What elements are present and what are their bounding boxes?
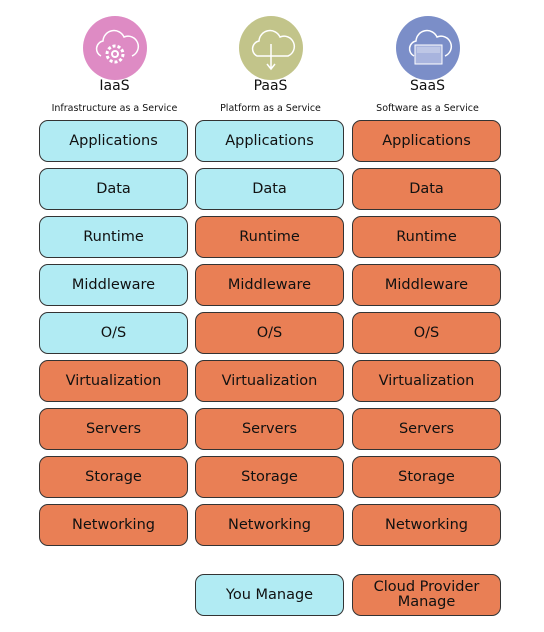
layer-virtualization: Virtualization: [195, 360, 344, 402]
column-subtitle: Software as a Service: [376, 103, 479, 114]
column-title: SaaS: [410, 78, 445, 94]
layer-os: O/S: [352, 312, 501, 354]
layer-data: Data: [352, 168, 501, 210]
legend-cloud-provider-manage: Cloud Provider Manage: [352, 574, 501, 616]
layer-os: O/S: [195, 312, 344, 354]
layer-runtime: Runtime: [195, 216, 344, 258]
layer-applications: Applications: [195, 120, 344, 162]
column-title: PaaS: [253, 78, 288, 94]
layer-networking: Networking: [195, 504, 344, 546]
legend-you-manage: You Manage: [195, 574, 344, 616]
layer-applications: Applications: [39, 120, 188, 162]
layer-os: O/S: [39, 312, 188, 354]
layer-middleware: Middleware: [195, 264, 344, 306]
layer-servers: Servers: [39, 408, 188, 450]
layer-storage: Storage: [195, 456, 344, 498]
layer-runtime: Runtime: [39, 216, 188, 258]
cloud-download-icon: [239, 16, 303, 80]
layer-servers: Servers: [352, 408, 501, 450]
layer-middleware: Middleware: [39, 264, 188, 306]
layer-virtualization: Virtualization: [352, 360, 501, 402]
layer-data: Data: [195, 168, 344, 210]
layer-middleware: Middleware: [352, 264, 501, 306]
layer-data: Data: [39, 168, 188, 210]
layer-storage: Storage: [39, 456, 188, 498]
layer-networking: Networking: [352, 504, 501, 546]
cloud-window-icon: [396, 16, 460, 80]
cloud-gear-icon: [83, 16, 147, 80]
layer-virtualization: Virtualization: [39, 360, 188, 402]
layer-servers: Servers: [195, 408, 344, 450]
layer-runtime: Runtime: [352, 216, 501, 258]
column-title: IaaS: [99, 78, 130, 94]
column-subtitle: Infrastructure as a Service: [51, 103, 178, 114]
layer-applications: Applications: [352, 120, 501, 162]
column-subtitle: Platform as a Service: [220, 103, 321, 114]
layer-networking: Networking: [39, 504, 188, 546]
layer-storage: Storage: [352, 456, 501, 498]
